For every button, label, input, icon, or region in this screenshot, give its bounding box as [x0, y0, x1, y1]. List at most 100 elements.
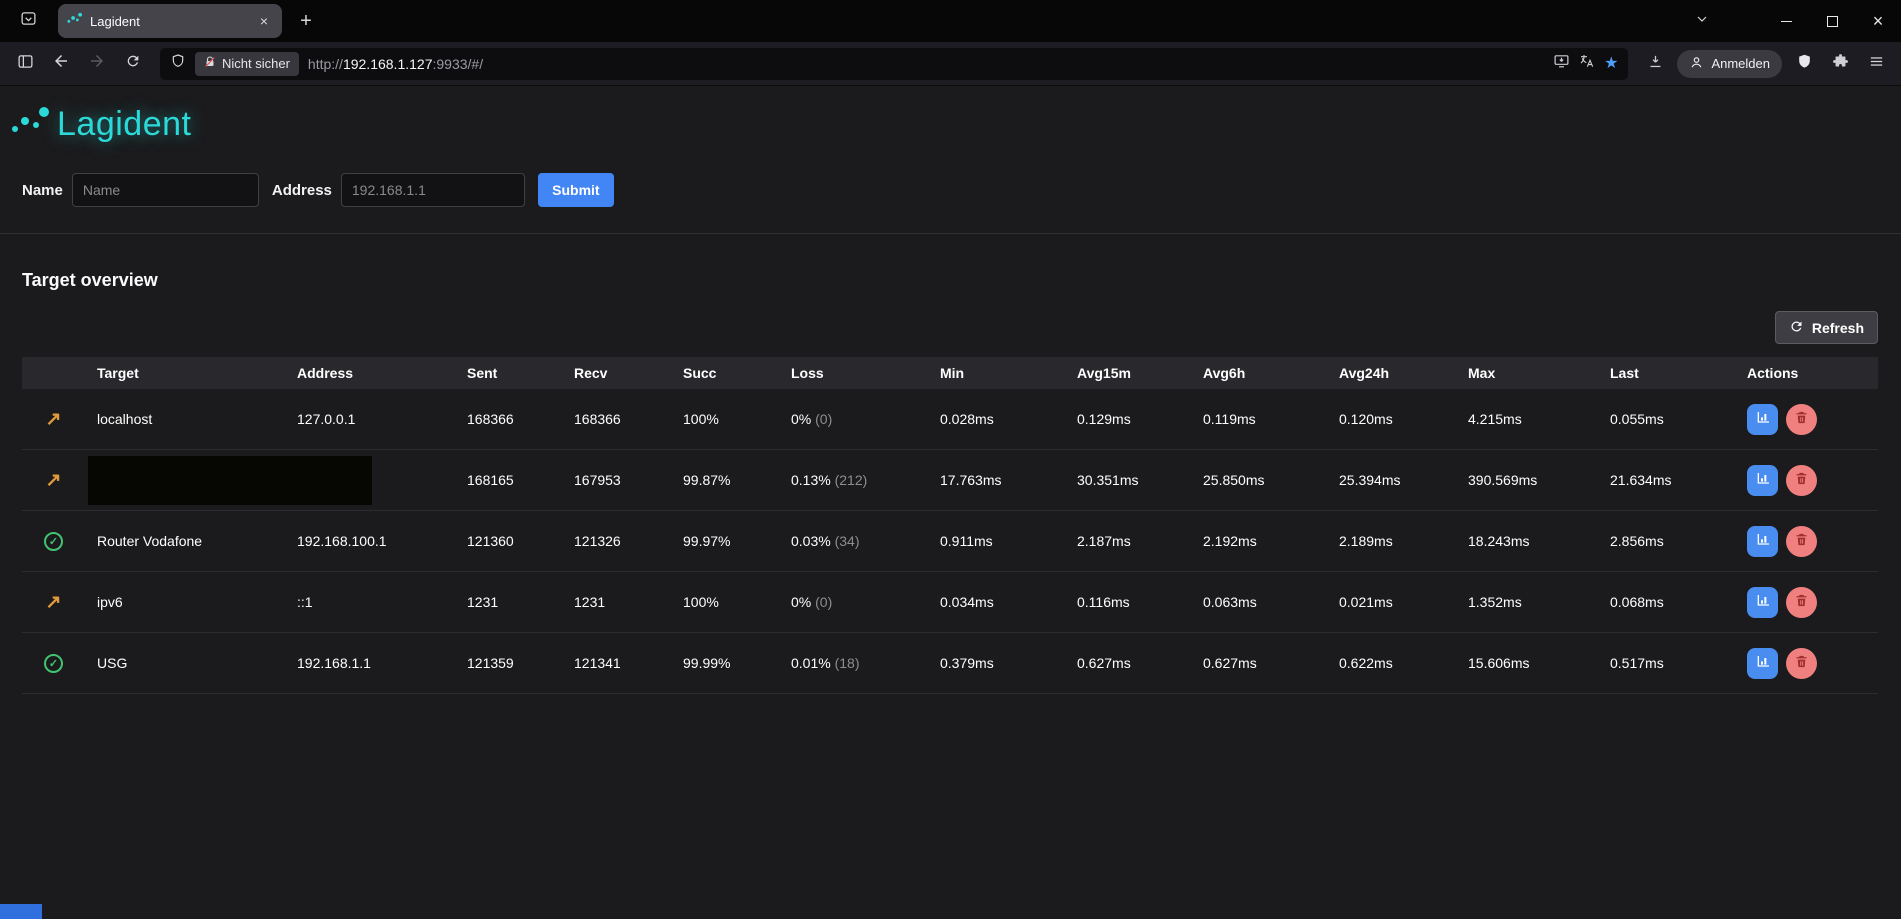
url-bar[interactable]: Nicht sicher http://192.168.1.127:9933/#… — [160, 47, 1629, 80]
chevron-down-icon — [1694, 11, 1710, 32]
status-cell: ↗ ✓ — [22, 593, 85, 612]
avg15m-cell: 2.187ms — [1077, 533, 1131, 549]
chart-button[interactable] — [1747, 647, 1778, 679]
avg6h-cell: 2.192ms — [1203, 533, 1257, 549]
column-header-sent: Sent — [467, 365, 498, 381]
actions-cell — [1735, 647, 1878, 679]
min-cell: 17.763ms — [940, 472, 1002, 488]
target-cell: ipv6 — [97, 594, 123, 610]
loss-cell: 0% (0) — [779, 594, 928, 610]
security-label: Nicht sicher — [222, 56, 290, 71]
last-cell: 0.517ms — [1610, 655, 1664, 671]
status-cell: ↗ ✓ — [22, 531, 85, 551]
column-header-target: Target — [97, 365, 139, 381]
close-icon: × — [1872, 11, 1884, 31]
status-warning-icon: ↗ — [45, 408, 62, 430]
shield-icon — [1796, 53, 1813, 75]
avg6h-cell: 0.119ms — [1203, 411, 1256, 427]
chart-button[interactable] — [1747, 464, 1778, 496]
table-body: ↗ ✓ localhost 127.0.0.1 168366 168366 10… — [22, 389, 1878, 694]
table-row: ↗ ✓ ipv6 ::1 1231 1231 100% 0% (0) 0.034… — [22, 572, 1878, 633]
refresh-button[interactable]: Refresh — [1774, 311, 1878, 344]
recv-cell: 167953 — [574, 472, 621, 488]
app-header: Lagident — [0, 86, 1901, 151]
section-title: Target overview — [22, 270, 158, 290]
last-cell: 0.055ms — [1610, 411, 1664, 427]
delete-button[interactable] — [1786, 586, 1817, 618]
back-button[interactable] — [44, 47, 78, 81]
max-cell: 1.352ms — [1468, 594, 1522, 610]
new-tab-button[interactable]: + — [290, 5, 322, 37]
extension-puzzle-button[interactable] — [1823, 47, 1857, 81]
tab-title: Lagident — [90, 13, 140, 29]
max-cell: 15.606ms — [1468, 655, 1530, 671]
loss-cell: 0.01% (18) — [779, 655, 928, 671]
delete-button[interactable] — [1786, 647, 1817, 679]
address-label: Address — [271, 181, 332, 199]
succ-cell: 99.97% — [683, 533, 731, 549]
maximize-button[interactable] — [1809, 0, 1855, 42]
status-warning-icon: ↗ — [45, 591, 62, 613]
browser-tab[interactable]: Lagident × — [58, 4, 282, 38]
back-icon — [52, 52, 70, 75]
signin-button[interactable]: Anmelden — [1677, 49, 1782, 78]
sidebar-toggle-button[interactable] — [8, 47, 42, 81]
save-to-device-icon[interactable] — [1553, 53, 1570, 75]
browser-toolbar: Nicht sicher http://192.168.1.127:9933/#… — [0, 42, 1901, 86]
column-header-avg15m: Avg15m — [1077, 365, 1131, 381]
close-button[interactable]: × — [1855, 0, 1901, 42]
forward-icon — [88, 52, 106, 75]
maximize-icon — [1826, 15, 1838, 27]
account-icon — [1689, 55, 1704, 73]
name-input[interactable] — [71, 173, 259, 207]
chart-button[interactable] — [1747, 586, 1778, 618]
chart-button[interactable] — [1747, 525, 1778, 557]
trash-icon — [1794, 593, 1809, 611]
loss-count: (18) — [834, 655, 860, 671]
downloads-button[interactable] — [1638, 47, 1672, 81]
sent-cell: 1231 — [467, 594, 499, 610]
address-input[interactable] — [340, 173, 525, 207]
last-cell: 2.856ms — [1610, 533, 1664, 549]
sent-cell: 121360 — [467, 533, 514, 549]
target-table: Target Address Sent Recv Succ Loss Min A… — [22, 357, 1878, 694]
column-header-actions: Actions — [1747, 365, 1799, 381]
address-cell: ::1 — [297, 594, 313, 610]
delete-button[interactable] — [1786, 464, 1817, 496]
app-logo: Lagident — [57, 105, 192, 143]
trash-icon — [1794, 532, 1809, 550]
min-cell: 0.034ms — [940, 594, 994, 610]
translate-icon[interactable] — [1579, 53, 1595, 74]
delete-button[interactable] — [1786, 403, 1817, 435]
column-header-address: Address — [297, 365, 354, 381]
status-cell: ↗ ✓ — [22, 410, 85, 429]
bookmark-star-icon[interactable]: ★ — [1604, 55, 1618, 72]
tab-close-button[interactable]: × — [255, 12, 273, 30]
list-all-tabs-button[interactable] — [1685, 5, 1719, 37]
table-row: ↗ ✓ USG 192.168.1.1 121359 121341 99.99%… — [22, 633, 1878, 694]
chart-icon — [1755, 471, 1771, 490]
reload-icon — [125, 53, 141, 74]
firefox-view-button[interactable] — [10, 5, 46, 37]
delete-button[interactable] — [1786, 525, 1817, 557]
avg24h-cell: 0.622ms — [1339, 655, 1393, 671]
chart-button[interactable] — [1747, 403, 1778, 435]
extension-shield-button[interactable] — [1787, 47, 1821, 81]
refresh-icon — [1789, 319, 1804, 337]
status-ok-icon: ✓ — [44, 653, 63, 673]
reload-button[interactable] — [116, 47, 150, 81]
max-cell: 4.215ms — [1468, 411, 1522, 427]
menu-button[interactable] — [1859, 47, 1893, 81]
name-label: Name — [22, 181, 63, 199]
submit-button[interactable]: Submit — [537, 173, 614, 207]
last-cell: 0.068ms — [1610, 594, 1664, 610]
actions-cell — [1735, 464, 1878, 496]
forward-button[interactable] — [80, 47, 114, 81]
min-cell: 0.911ms — [940, 533, 993, 549]
download-icon — [1647, 53, 1664, 75]
security-chip[interactable]: Nicht sicher — [195, 51, 299, 76]
tracking-protection-shield-icon[interactable] — [170, 53, 186, 74]
add-target-form: Name Address Submit — [0, 151, 1901, 207]
minimize-button[interactable] — [1763, 0, 1809, 42]
recv-cell: 1231 — [574, 594, 606, 610]
